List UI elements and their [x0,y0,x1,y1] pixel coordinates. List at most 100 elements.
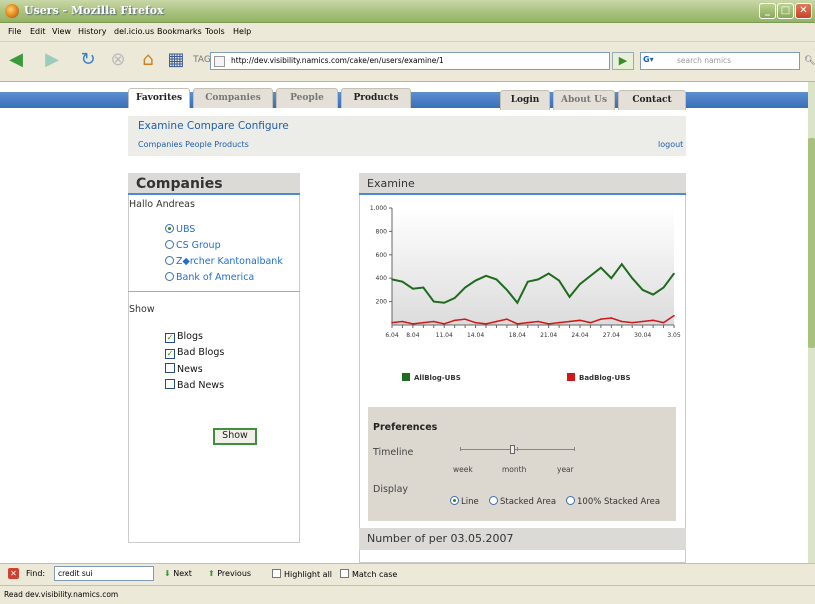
company-option-zurcher-kantonalbank[interactable]: Z◆rcher Kantonalbank [165,256,283,267]
checkbox-checked-icon[interactable]: ✓ [165,333,175,343]
company-option-cs-group[interactable]: CS Group [165,240,221,251]
data-point [422,286,425,289]
y-tick-label: 400 [376,275,388,282]
checkbox-checked-icon[interactable]: ✓ [165,349,175,359]
subnav-main-links[interactable]: Examine Compare Configure [138,120,289,132]
company-option-bank-of-america[interactable]: Bank of America [165,272,254,283]
data-point [610,277,613,279]
match-case-checkbox[interactable]: Match case [340,569,397,579]
data-point [464,318,466,320]
scrollbar-thumb[interactable] [808,138,815,348]
data-point [401,320,404,323]
radio-icon[interactable] [165,272,174,281]
data-point [526,280,529,283]
radio-icon[interactable] [165,256,174,265]
checkbox-icon[interactable] [340,569,349,578]
reload-icon[interactable]: ↻ [76,49,100,71]
data-point [547,323,550,325]
tab-people[interactable]: People [276,88,338,108]
data-point [495,320,498,323]
display-option-100-stacked-area[interactable]: 100% Stacked Area [566,496,660,507]
data-point [558,321,560,324]
close-find-icon[interactable]: ✕ [8,568,19,579]
y-tick-label: 200 [376,299,388,306]
data-point [537,278,540,281]
radio-icon[interactable] [165,240,174,249]
bookmark-manager-icon[interactable]: ▦ [164,49,188,71]
display-option-stacked-area[interactable]: Stacked Area [489,496,556,507]
data-point [610,317,613,319]
radio-icon[interactable] [566,496,575,505]
data-point [652,293,654,296]
radio-selected-icon[interactable] [165,224,174,233]
status-bar: Read dev.visibility.namics.com [0,585,815,604]
search-engine-icon[interactable]: G▾ [643,55,671,67]
search-input[interactable]: G▾ search namics [640,52,800,70]
data-point [537,320,540,323]
find-previous-button[interactable]: ⬆ Previous [208,569,251,578]
tab-favorites[interactable]: Favorites [128,88,190,108]
menu-tools[interactable]: Tools [205,27,225,36]
data-point [495,278,498,281]
filter-bad-blogs[interactable]: ✓ Bad Blogs [165,347,224,359]
show-button[interactable]: Show [213,428,257,445]
menu-file[interactable]: File [8,27,21,36]
tab-contact[interactable]: Contact [618,90,686,110]
data-point [453,297,456,299]
menu-bookmarks[interactable]: Bookmarks [157,27,202,36]
checkbox-icon[interactable] [165,379,175,389]
company-option-ubs[interactable]: UBS [165,224,195,235]
subnav-secondary-links[interactable]: Companies People Products [138,140,249,149]
find-next-button[interactable]: ⬇ Next [164,569,192,578]
close-window-button[interactable]: ✕ [795,3,812,19]
arrow-up-icon: ⬆ [208,569,218,578]
search-icon[interactable]: 🔍︎ [804,56,815,66]
display-label: Display [373,484,409,495]
menu-delicious[interactable]: del.icio.us [114,27,154,36]
data-point [589,321,592,324]
find-input[interactable]: credit sui [54,566,154,581]
back-icon[interactable]: ◀ [4,49,28,71]
data-point [589,275,592,277]
y-tick-label: 600 [376,252,388,259]
filter-news[interactable]: News [165,363,203,375]
legend-label: AllBlog-UBS [414,374,461,382]
checkbox-icon[interactable] [165,363,175,373]
filter-bad-news[interactable]: Bad News [165,379,224,391]
maximize-button[interactable]: □ [777,3,794,19]
y-tick-label: 800 [376,228,388,235]
data-point [600,266,602,269]
number-per-date-title: Number of per 03.05.2007 [359,528,686,550]
go-button[interactable]: ▶ [612,52,634,70]
data-point [662,286,665,289]
menu-view[interactable]: View [52,27,71,36]
address-bar[interactable]: http://dev.visibility.namics.com/cake/en… [210,52,610,70]
menu-edit[interactable]: Edit [30,27,46,36]
minimize-button[interactable]: _ [759,3,776,19]
highlight-all-button[interactable]: Highlight all [272,569,332,579]
tab-login[interactable]: Login [500,90,550,110]
data-point [443,301,446,304]
legend-swatch [567,373,575,381]
tab-companies[interactable]: Companies [193,88,273,108]
tab-products[interactable]: Products [341,88,411,108]
window-title: Users - Mozilla Firefox [24,4,164,17]
home-icon[interactable]: ⌂ [136,49,160,71]
stop-icon[interactable]: ⊗ [106,49,130,71]
filter-blogs[interactable]: ✓ Blogs [165,331,203,343]
x-tick-label: 30.04 [634,332,651,339]
menu-history[interactable]: History [78,27,106,36]
timeline-slider-thumb[interactable] [510,445,515,454]
url-text: http://dev.visibility.namics.com/cake/en… [231,56,444,65]
forward-icon[interactable]: ▶ [40,49,64,71]
data-point [412,323,414,325]
logout-link[interactable]: logout [658,140,683,149]
menu-help[interactable]: Help [233,27,251,36]
arrow-down-icon: ⬇ [164,569,174,578]
display-option-line[interactable]: Line [450,496,479,507]
data-point [673,272,675,275]
radio-icon[interactable] [489,496,498,505]
radio-selected-icon[interactable] [450,496,459,505]
tab-about-us[interactable]: About Us [553,90,615,110]
data-point [568,296,571,298]
